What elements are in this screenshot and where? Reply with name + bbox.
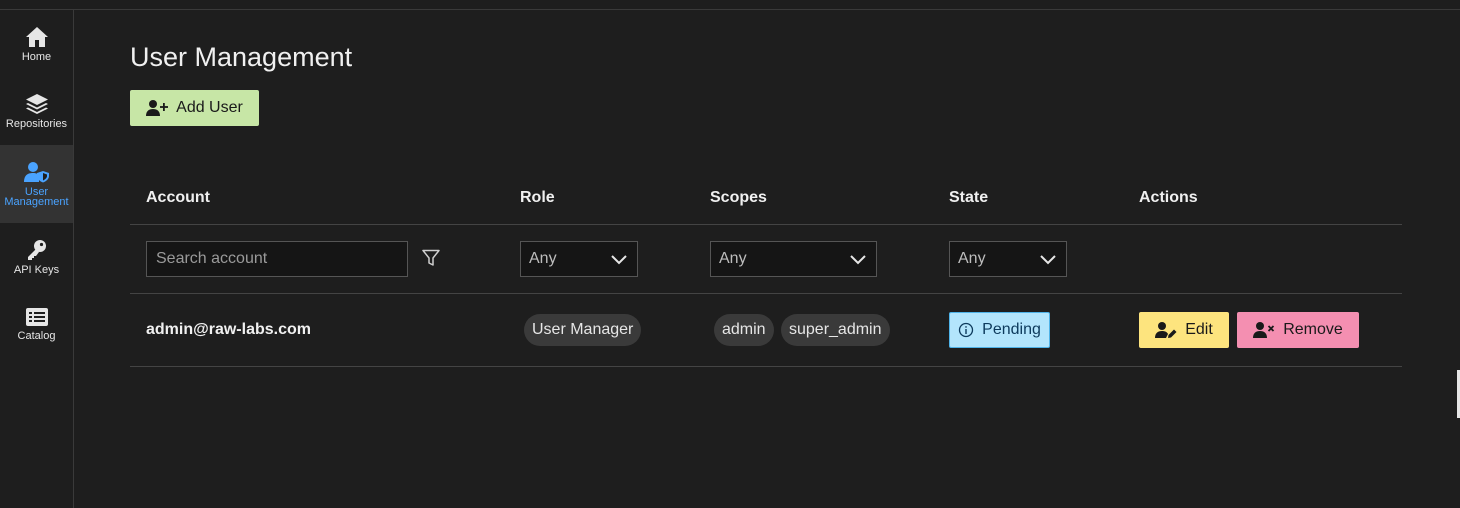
table-header: Account Role Scopes State Actions [130,170,1402,225]
column-header-role: Role [520,189,555,206]
add-user-label: Add User [176,99,243,116]
role-chip: User Manager [524,314,642,346]
list-icon [25,307,48,326]
remove-user-button[interactable]: Remove [1237,312,1359,348]
add-user-button[interactable]: Add User [130,90,259,126]
edit-user-button[interactable]: Edit [1139,312,1229,348]
sidebar-item-repositories[interactable]: Repositories [0,77,73,145]
column-header-scopes: Scopes [710,189,767,206]
filter-row: Any Any Any [130,225,1402,294]
sidebar-item-catalog[interactable]: Catalog [0,290,73,357]
user-remove-icon [1253,322,1275,338]
home-icon [25,26,48,47]
scopes-filter-value: Any [719,250,747,267]
layers-icon [25,94,48,114]
user-shield-icon [23,162,49,183]
state-filter-value: Any [958,250,986,267]
scope-chip-super-admin: super_admin [781,314,890,346]
edit-label: Edit [1185,321,1213,338]
chevron-down-icon [850,255,866,265]
chevron-down-icon [611,255,627,265]
key-icon [27,239,46,260]
table-row: admin@raw-labs.com User Manager admin su… [130,294,1402,367]
status-badge: Pending [949,312,1050,348]
column-header-actions: Actions [1139,189,1198,206]
role-filter-value: Any [529,250,557,267]
filter-icon[interactable] [422,249,440,267]
chevron-down-icon [1040,255,1056,265]
sidebar-item-user-management[interactable]: User Management [0,145,73,223]
sidebar-item-label: Home [21,50,52,63]
top-bar [0,0,1460,10]
sidebar-item-api-keys[interactable]: API Keys [0,223,73,290]
status-label: Pending [982,321,1041,338]
search-account-input[interactable] [146,241,408,277]
user-plus-icon [146,100,169,116]
sidebar-item-label: Catalog [17,329,56,342]
sidebar: Home Repositories User Management API Ke… [0,10,74,508]
page-title: User Management [130,42,353,72]
remove-label: Remove [1283,321,1343,338]
role-filter-select[interactable]: Any [520,241,638,277]
sidebar-item-home[interactable]: Home [0,10,73,77]
sidebar-item-label: User Management [4,186,69,208]
user-edit-icon [1155,322,1177,338]
account-email: admin@raw-labs.com [146,321,311,338]
column-header-state: State [949,189,989,206]
sidebar-item-label: Repositories [5,118,68,130]
scopes-filter-select[interactable]: Any [710,241,877,277]
state-filter-select[interactable]: Any [949,241,1067,277]
scope-chip-admin: admin [714,314,774,346]
sidebar-item-label: API Keys [13,263,60,276]
column-header-account: Account [146,189,210,206]
info-icon [958,322,974,338]
